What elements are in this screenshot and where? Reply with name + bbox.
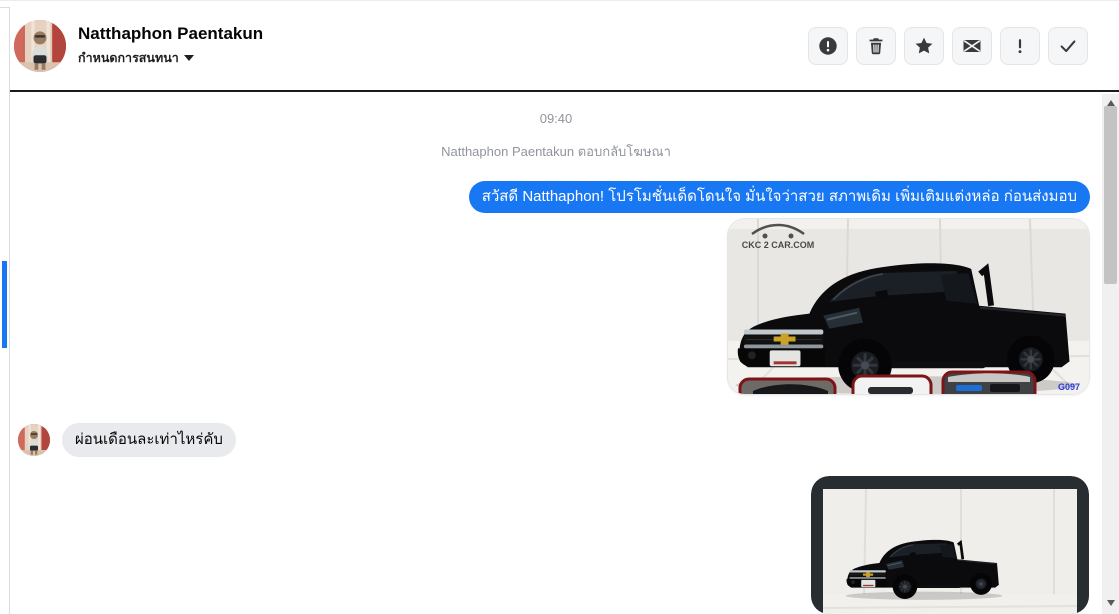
- ad-reply-context-note: Natthaphon Paentakun ตอบกลับโฆษณา: [441, 143, 671, 159]
- delete-button[interactable]: [856, 26, 896, 65]
- outgoing-message-bubble: สวัสดี Natthaphon! โปรโมชั่นเด็ดโดนใจ มั…: [468, 181, 1090, 214]
- trash-icon: [865, 35, 887, 57]
- incoming-message-bubble: ผ่อนเดือนละเท่าไหร่คับ: [62, 422, 236, 457]
- mark-unread-button[interactable]: [952, 26, 992, 65]
- mark-important-button[interactable]: [1000, 26, 1040, 65]
- star-icon: [913, 35, 935, 57]
- chevron-down-icon: [183, 55, 194, 62]
- check-icon: [1057, 35, 1079, 57]
- contact-name: Natthaphon Paentakun: [78, 23, 264, 43]
- photo-id-label: G097: [1058, 382, 1080, 392]
- car-photo-attachment[interactable]: CKC 2 CAR.COM G097: [728, 219, 1089, 394]
- star-button[interactable]: [904, 26, 944, 65]
- left-panel-scrollbar-thumb[interactable]: [2, 261, 7, 348]
- exclamation-icon: [1009, 35, 1031, 57]
- conversation-schedule-label: กำหนดการสนทนา: [78, 51, 179, 66]
- chat-scrollbar-thumb[interactable]: [1104, 106, 1117, 284]
- messenger-window: Natthaphon Paentakun กำหนดการสนทนา 09:40…: [0, 0, 1119, 614]
- car-promo-card: CKC 2 CAR.COM G097 ผ่อนเริ่ม 4,xxx / 12เ…: [727, 218, 1090, 395]
- mark-done-button[interactable]: [1048, 26, 1088, 65]
- contact-avatar[interactable]: [14, 20, 66, 72]
- alert-circle-icon: [817, 35, 839, 57]
- sender-avatar[interactable]: [18, 424, 50, 456]
- conversation-schedule-dropdown[interactable]: กำหนดการสนทนา: [78, 48, 263, 68]
- mail-cross-icon: [960, 34, 984, 58]
- chat-scrollbar[interactable]: [1102, 94, 1119, 614]
- report-button[interactable]: [808, 26, 848, 65]
- svg-text:CKC 2 CAR.COM: CKC 2 CAR.COM: [742, 240, 815, 250]
- contact-identity: Natthaphon Paentakun กำหนดการสนทนา: [78, 23, 263, 68]
- message-thread: 09:40 Natthaphon Paentakun ตอบกลับโฆษณา …: [10, 94, 1102, 614]
- timestamp-label: 09:40: [539, 111, 573, 126]
- triangle-down-icon: [1106, 600, 1115, 606]
- conversation-header: Natthaphon Paentakun กำหนดการสนทนา: [10, 1, 1119, 92]
- incoming-message-row: ผ่อนเดือนละเท่าไหร่คับ: [18, 422, 236, 457]
- scroll-down-arrow[interactable]: [1102, 596, 1119, 610]
- header-action-bar: [808, 26, 1088, 65]
- second-car-photo-attachment[interactable]: [811, 475, 1089, 614]
